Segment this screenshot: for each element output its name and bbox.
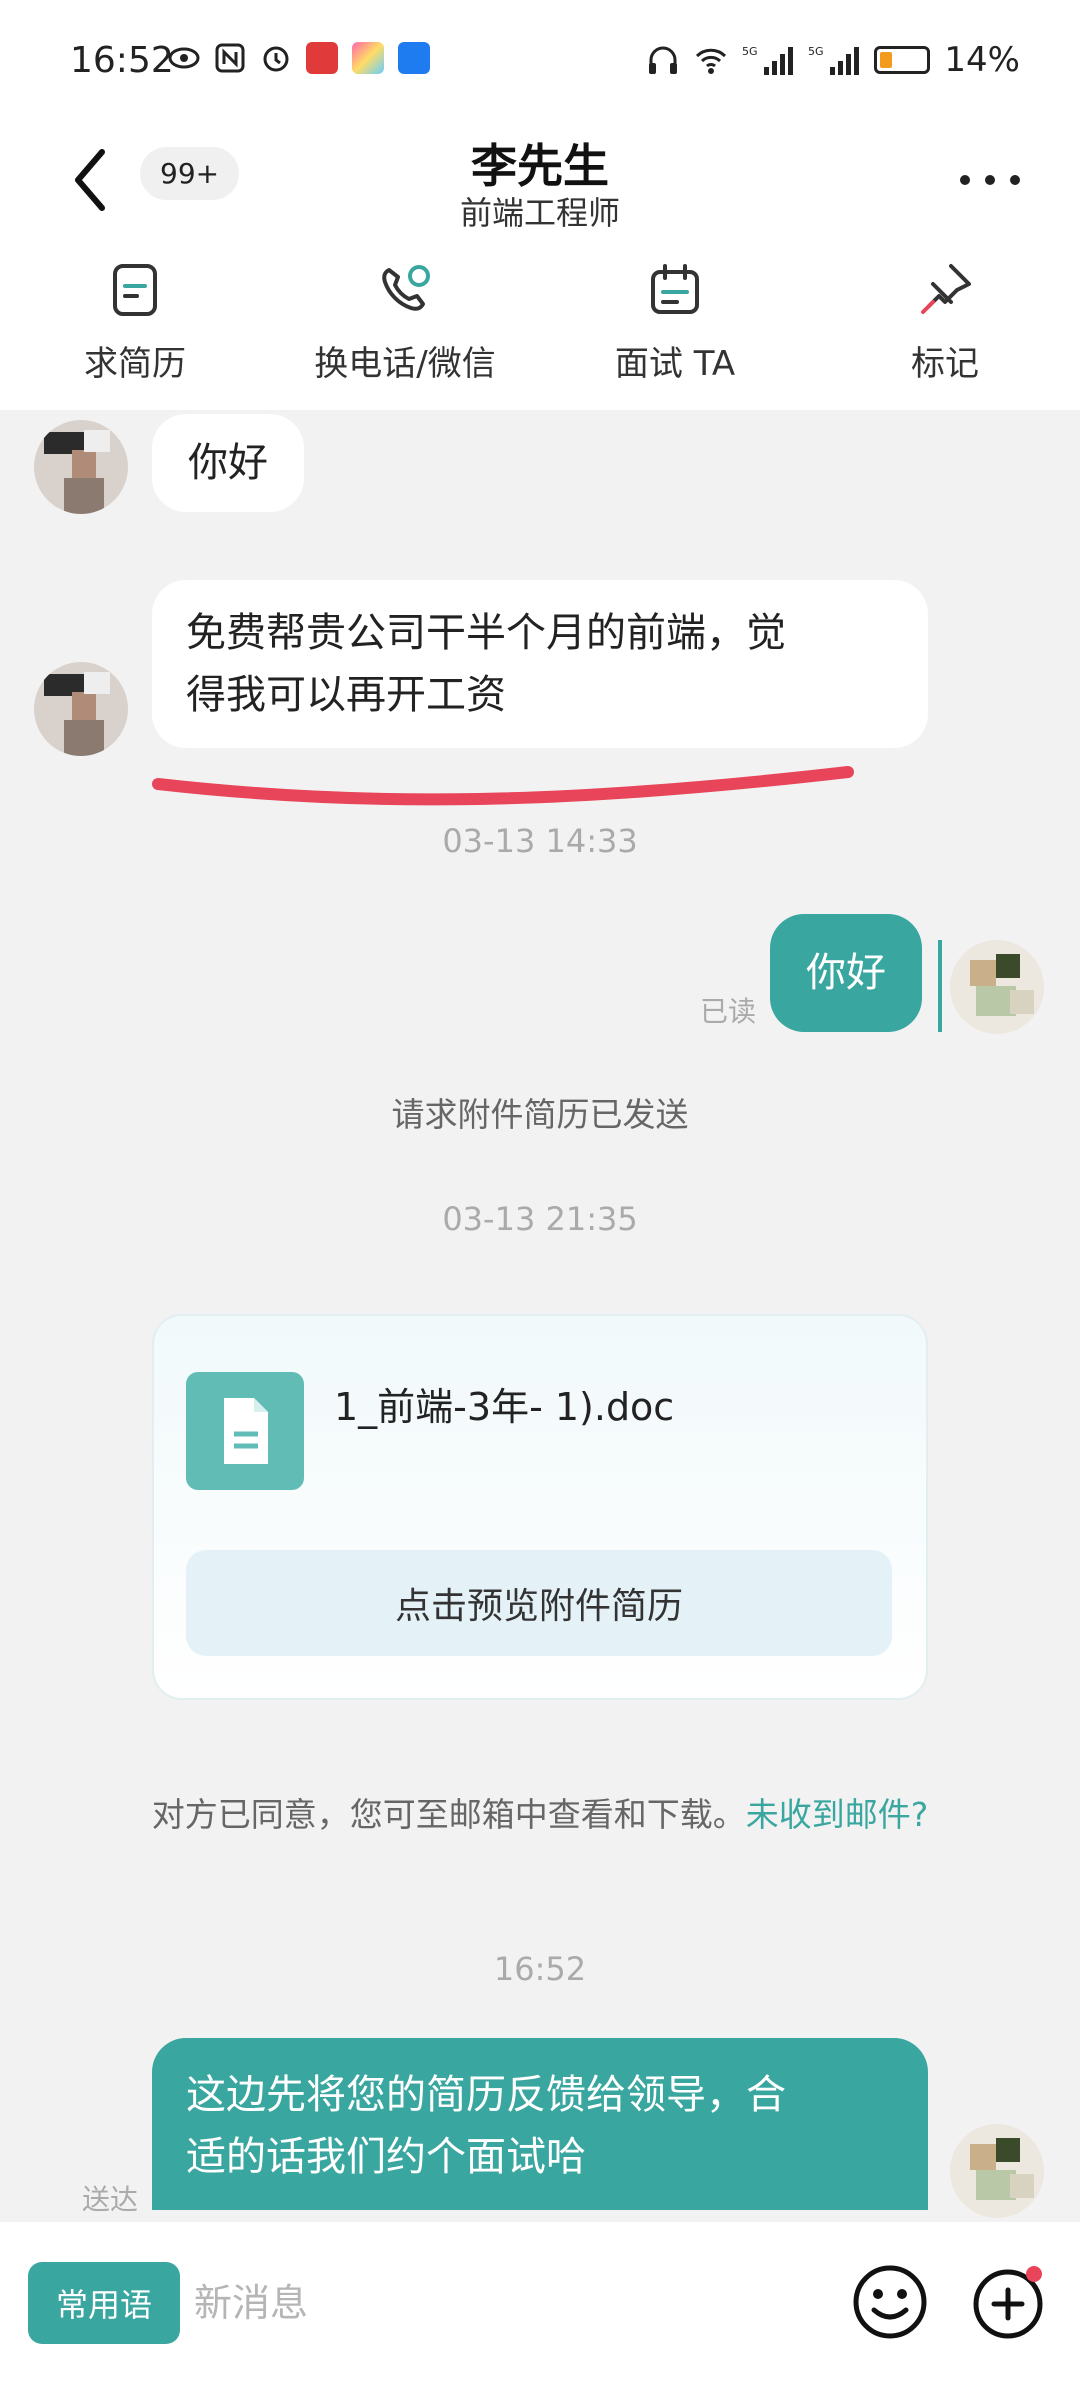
- alipay-icon: [398, 42, 430, 74]
- resume-file-card[interactable]: 1_前端-3年- 1).doc 点击预览附件简历: [152, 1314, 928, 1700]
- contact-position: 前端工程师: [459, 194, 620, 232]
- signal-5g-icon: 5G: [742, 45, 794, 75]
- divider: [938, 940, 942, 1032]
- eye-icon: [168, 47, 200, 69]
- more-options-button[interactable]: [960, 160, 1020, 200]
- action-bar: 求简历 换电话/微信 面试 TA 标记: [0, 240, 1080, 410]
- pixelated-avatar-icon: [34, 420, 128, 514]
- preview-resume-button[interactable]: 点击预览附件简历: [186, 1550, 892, 1656]
- timestamp: 03-13 21:35: [442, 1200, 638, 1238]
- timestamp: 03-13 14:33: [442, 822, 638, 860]
- chat-header: 99+ 李先生 前端工程师: [0, 130, 1080, 240]
- timestamp: 16:52: [493, 1950, 587, 1988]
- calendar-icon: [651, 264, 699, 314]
- alarm-icon: [263, 46, 289, 72]
- message-line: 这边先将您的简历反馈给领导，合: [186, 2072, 786, 2118]
- document-icon: [186, 1372, 304, 1490]
- app-red-icon: [306, 42, 338, 74]
- contact-avatar[interactable]: [34, 662, 128, 756]
- message-line: 免费帮贵公司干半个月的前端，觉: [186, 610, 786, 656]
- resume-icon: [113, 264, 157, 316]
- phone-wechat-icon: [382, 265, 430, 311]
- file-name: 1_前端-3年- 1).doc: [334, 1385, 675, 1429]
- wifi-icon: [696, 48, 727, 74]
- headphones-icon: [649, 46, 678, 74]
- pin-icon: [921, 264, 971, 314]
- message-line: 得我可以再开工资: [186, 672, 506, 718]
- emoji-icon[interactable]: [850, 2262, 930, 2342]
- incoming-message[interactable]: 免费帮贵公司干半个月的前端，觉 得我可以再开工资: [152, 580, 928, 748]
- action-exchange-contact[interactable]: 换电话/微信: [305, 260, 505, 385]
- read-status: 已读: [700, 995, 757, 1028]
- delivered-status: 送达: [82, 2183, 139, 2216]
- pixelated-avatar-icon: [950, 940, 1044, 1034]
- status-bar: 16:52 5G 5G 14%: [0, 0, 1080, 130]
- common-phrases-button[interactable]: 常用语: [28, 2262, 180, 2344]
- system-message: 对方已同意，您可至邮箱中查看和下载。未收到邮件?: [140, 1792, 940, 1838]
- pixelated-avatar-icon: [34, 662, 128, 756]
- status-right: 5G 5G 14%: [646, 40, 1020, 80]
- email-not-received-link[interactable]: 未收到邮件?: [746, 1795, 929, 1834]
- nfc-icon: [215, 43, 245, 73]
- message-line: 适的话我们约个面试哈: [186, 2134, 586, 2180]
- system-message: 请求附件简历已发送: [391, 1095, 689, 1134]
- svg-text:5G: 5G: [742, 45, 758, 58]
- action-label: 标记: [911, 344, 979, 384]
- my-avatar[interactable]: [950, 940, 1044, 1034]
- action-label: 求简历: [84, 344, 186, 384]
- message-input[interactable]: [194, 2262, 794, 2344]
- action-label: 换电话/微信: [314, 344, 496, 384]
- action-label: 面试 TA: [614, 344, 736, 384]
- outgoing-message[interactable]: 你好: [770, 914, 922, 1032]
- plus-icon[interactable]: [968, 2262, 1048, 2342]
- svg-text:5G: 5G: [808, 45, 824, 58]
- action-mark[interactable]: 标记: [880, 260, 1010, 385]
- contact-name: 李先生: [471, 139, 609, 193]
- signal-5g-icon-2: 5G: [808, 45, 860, 75]
- pixelated-avatar-icon: [950, 2124, 1044, 2218]
- action-request-resume[interactable]: 求简历: [70, 260, 200, 385]
- my-avatar[interactable]: [950, 2124, 1044, 2218]
- status-time: 16:52: [70, 40, 174, 81]
- app-colorful-icon: [352, 42, 384, 74]
- outgoing-message[interactable]: 这边先将您的简历反馈给领导，合 适的话我们约个面试哈: [152, 2038, 928, 2210]
- input-bar: 常用语: [0, 2222, 1080, 2382]
- status-notification-icons: [168, 42, 430, 74]
- incoming-message[interactable]: 你好: [152, 414, 304, 512]
- action-interview[interactable]: 面试 TA: [610, 260, 740, 385]
- battery-icon: [874, 46, 931, 74]
- system-message-text: 对方已同意，您可至邮箱中查看和下载。: [151, 1795, 746, 1834]
- contact-avatar[interactable]: [34, 420, 128, 514]
- battery-percent: 14%: [944, 40, 1020, 80]
- red-underline-annotation: [152, 766, 854, 806]
